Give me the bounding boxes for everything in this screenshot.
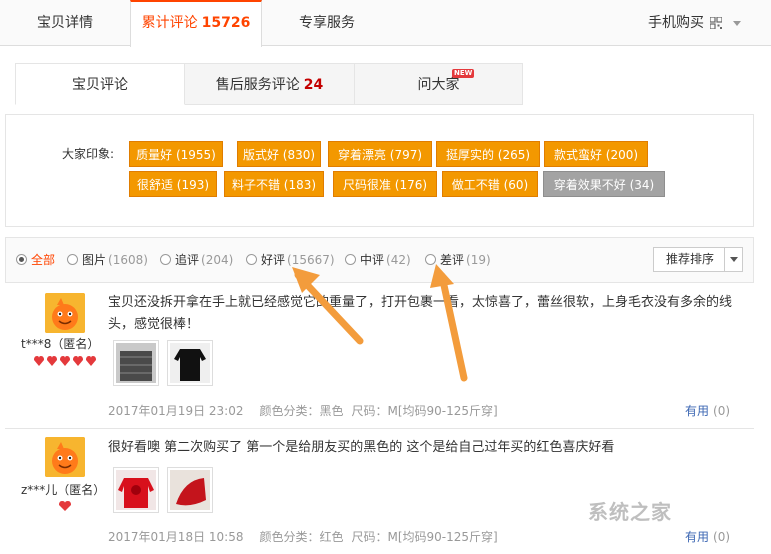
review-count: 15726	[201, 15, 251, 31]
useful-button[interactable]: 有用 (0)	[685, 402, 730, 419]
radio-icon[interactable]	[67, 254, 78, 265]
useful-button[interactable]: 有用 (0)	[685, 528, 730, 545]
review-photo[interactable]	[167, 467, 213, 513]
impression-tag[interactable]: 挺厚实的 (265)	[436, 141, 540, 167]
review-filter-bar: 全部 图片 (1608) 追评 (204) 好评 (15667) 中评 (42) 差评(…	[5, 237, 754, 283]
reviewer-name: z***儿（匿名）	[21, 483, 106, 497]
impression-tag[interactable]: 尺码很准 (176)	[333, 171, 437, 197]
heart-rank-icon	[34, 356, 96, 366]
review-photo[interactable]	[113, 340, 159, 386]
impression-label: 大家印象:	[62, 147, 115, 161]
impression-tag[interactable]: 做工不错 (60)	[442, 171, 538, 197]
tab-after-sale-reviews[interactable]: 售后服务评论 24	[184, 63, 355, 105]
review-photo[interactable]	[167, 340, 213, 386]
impression-tag[interactable]: 质量好 (1955)	[129, 141, 223, 167]
chevron-down-icon[interactable]	[733, 21, 741, 26]
radio-icon[interactable]	[160, 254, 171, 265]
filter-all[interactable]: 全部	[16, 251, 55, 269]
filter-positive[interactable]: 好评 (15667)	[246, 251, 335, 269]
impression-tag[interactable]: 料子不错 (183)	[224, 171, 324, 197]
radio-icon[interactable]	[345, 254, 356, 265]
filter-neutral[interactable]: 中评 (42)	[345, 251, 411, 269]
radio-icon[interactable]	[16, 254, 27, 265]
impression-panel: 大家印象: 质量好 (1955) 版式好 (830) 穿着漂亮 (797) 挺厚…	[5, 114, 754, 227]
sweater-photo-icon	[170, 343, 210, 383]
review-sub-tabs: 宝贝评论 售后服务评论 24 问大家	[15, 63, 523, 105]
sweater-photo-icon	[116, 343, 156, 383]
review-photo[interactable]	[113, 467, 159, 513]
tab-item-details[interactable]: 宝贝详情	[0, 0, 130, 46]
filter-images[interactable]: 图片 (1608)	[67, 251, 148, 269]
impression-tag[interactable]: 款式蛮好 (200)	[544, 141, 648, 167]
reviewer-name: t***8（匿名）	[21, 337, 100, 351]
tab-item-reviews[interactable]: 宝贝评论	[15, 63, 185, 105]
avatar[interactable]	[45, 437, 85, 477]
filter-follow-up[interactable]: 追评 (204)	[160, 251, 233, 269]
impression-tag[interactable]: 穿着漂亮 (797)	[328, 141, 432, 167]
mascot-icon	[45, 293, 85, 333]
tab-exclusive-service[interactable]: 专享服务	[262, 0, 392, 46]
tab-cumulative-reviews[interactable]: 累计评论 15726	[130, 0, 262, 47]
new-badge: NEW	[452, 69, 475, 78]
impression-tag[interactable]: 很舒适 (193)	[129, 171, 217, 197]
heart-rank-icon	[59, 501, 71, 511]
sweater-photo-icon	[170, 470, 210, 510]
qr-code-icon[interactable]	[710, 17, 722, 29]
review-meta: 2017年01月19日 23:02 颜色分类：黑色 尺码：M[均码90-125斤穿]	[108, 404, 498, 418]
review-meta: 2017年01月18日 10:58 颜色分类：红色 尺码：M[均码90-125斤穿]	[108, 530, 498, 544]
watermark: 系统之家	[588, 500, 672, 524]
review-text: 宝贝还没拆开拿在手上就已经感觉它的重量了，打开包裹一看，太惊喜了，蕾丝很软，上身…	[108, 295, 733, 332]
top-nav: 宝贝详情 累计评论 15726 专享服务 手机购买	[0, 0, 771, 47]
radio-icon[interactable]	[246, 254, 257, 265]
chevron-down-icon[interactable]	[730, 257, 738, 262]
tab-ask-everyone[interactable]: 问大家	[354, 63, 523, 105]
filter-negative[interactable]: 差评 (19)	[425, 251, 491, 269]
impression-tag[interactable]: 版式好 (830)	[237, 141, 321, 167]
divider	[5, 428, 754, 429]
sweater-photo-icon	[116, 470, 156, 510]
radio-icon[interactable]	[425, 254, 436, 265]
mobile-buy-link[interactable]: 手机购买	[648, 0, 704, 46]
sort-dropdown[interactable]: 推荐排序	[653, 247, 743, 272]
mascot-icon	[45, 437, 85, 477]
avatar[interactable]	[45, 293, 85, 333]
impression-tag-negative[interactable]: 穿着效果不好 (34)	[543, 171, 665, 197]
review-text: 很好看噢 第二次购买了 第一个是给朋友买的黑色的 这个是给自己过年买的红色喜庆好…	[108, 440, 615, 455]
